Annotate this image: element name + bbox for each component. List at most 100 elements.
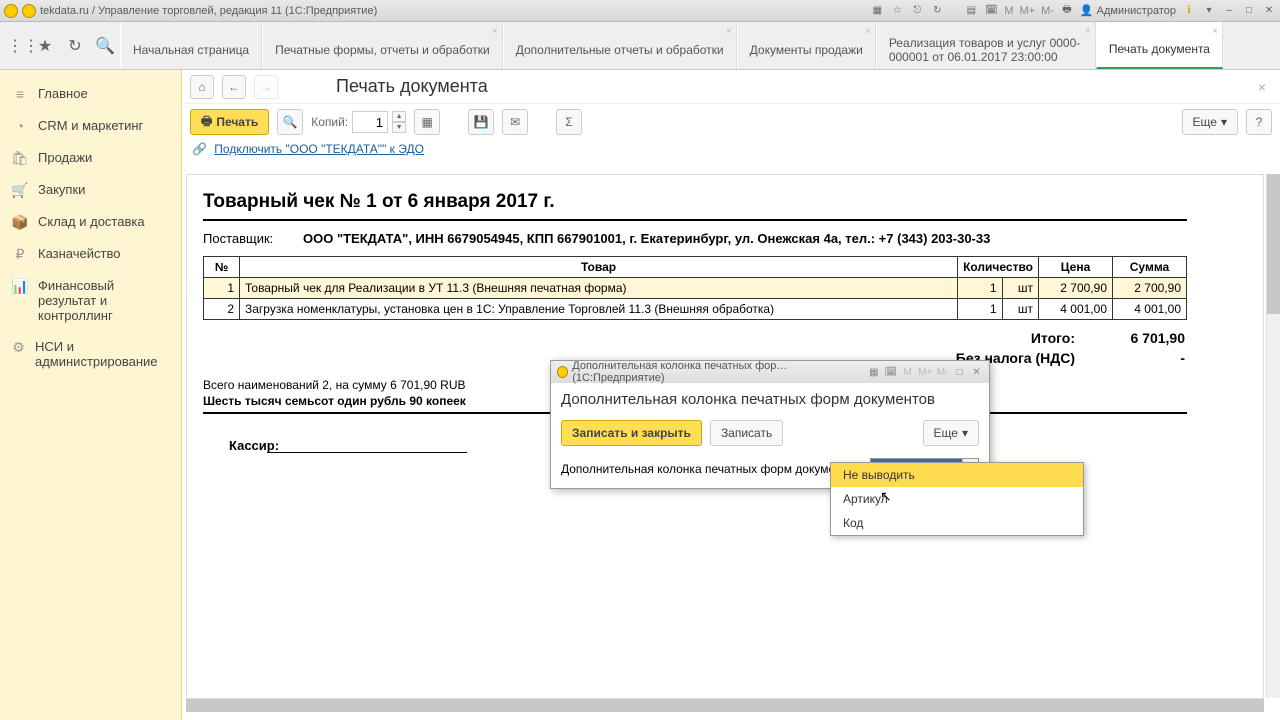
- close-button[interactable]: ✕: [1262, 4, 1276, 18]
- apps-icon[interactable]: ⋮⋮⋮: [0, 22, 30, 69]
- doc-heading: Товарный чек № 1 от 6 января 2017 г.: [203, 191, 1187, 221]
- save-close-button[interactable]: Записать и закрыть: [561, 420, 702, 446]
- modal-mminus[interactable]: M-: [936, 365, 949, 379]
- nav-menu-icon[interactable]: [22, 4, 36, 18]
- content-close-button[interactable]: ×: [1252, 79, 1272, 95]
- modal-title: Дополнительная колонка печатных фор… (1С…: [572, 360, 859, 384]
- supplier-label: Поставщик:: [203, 231, 303, 246]
- tabbar: ⋮⋮⋮ ★ ↻ 🔍 Начальная страница Печатные фо…: [0, 22, 1280, 70]
- horizontal-scrollbar[interactable]: [186, 698, 1264, 712]
- supplier-value: ООО "ТЕКДАТА", ИНН 6679054945, КПП 66790…: [303, 231, 990, 246]
- col-num: №: [204, 257, 240, 278]
- modal-mplus[interactable]: M+: [918, 365, 932, 379]
- close-icon[interactable]: ×: [865, 26, 871, 37]
- maximize-button[interactable]: □: [1242, 4, 1256, 18]
- tab-realization[interactable]: Реализация товаров и услуг 0000-000001 о…: [876, 22, 1096, 69]
- content-header: ⌂ ← → Печать документа ×: [182, 70, 1280, 104]
- cursor-icon: ↖: [880, 488, 892, 505]
- help-button[interactable]: ?: [1246, 109, 1272, 135]
- tool-icon-4[interactable]: ↻: [930, 4, 944, 18]
- save-file-button[interactable]: 💾: [468, 109, 494, 135]
- sidebar-item-admin[interactable]: ⚙НСИ и администрирование: [0, 331, 181, 377]
- star-icon[interactable]: ★: [30, 22, 60, 69]
- sidebar-item-crm[interactable]: ◔CRM и маркетинг: [0, 110, 181, 142]
- copies-label: Копий:: [311, 115, 348, 129]
- modal-more-button[interactable]: Еще ▾: [923, 420, 979, 446]
- edo-link[interactable]: Подключить "ООО "ТЕКДАТА"" к ЭДО: [214, 142, 424, 156]
- dropdown-option[interactable]: Не выводить: [831, 463, 1083, 487]
- sidebar-item-sales[interactable]: 🛍Продажи: [0, 142, 181, 174]
- col-sum: Сумма: [1113, 257, 1187, 278]
- sidebar-item-purchases[interactable]: 🛒Закупки: [0, 174, 181, 206]
- modal-titlebar[interactable]: Дополнительная колонка печатных фор… (1С…: [551, 361, 989, 383]
- sidebar-item-main[interactable]: ≡Главное: [0, 78, 181, 110]
- dropdown-option[interactable]: Артикул: [831, 487, 1083, 511]
- app-icon: [4, 4, 18, 18]
- sum-button[interactable]: Σ: [556, 109, 582, 135]
- dropdown-icon[interactable]: ▾: [1202, 4, 1216, 18]
- chart-icon: 📊: [12, 278, 28, 294]
- m-plus-label[interactable]: M+: [1020, 5, 1036, 17]
- tool-icon-1[interactable]: ▦: [870, 4, 884, 18]
- email-button[interactable]: ✉: [502, 109, 528, 135]
- tab-addl-reports[interactable]: Дополнительные отчеты и обработки×: [503, 22, 737, 69]
- modal-tool-2[interactable]: 🗓: [884, 365, 897, 379]
- more-button[interactable]: Еще ▾: [1182, 109, 1238, 135]
- table-row[interactable]: 1 Товарный чек для Реализации в УТ 11.3 …: [204, 278, 1187, 299]
- m-label[interactable]: M: [1004, 5, 1013, 17]
- calendar-icon[interactable]: 🗓: [984, 4, 998, 18]
- modal-maximize[interactable]: □: [953, 365, 966, 379]
- modal-close[interactable]: ✕: [970, 365, 983, 379]
- info-icon[interactable]: ℹ: [1182, 4, 1196, 18]
- sidebar-item-treasury[interactable]: ₽Казначейство: [0, 238, 181, 270]
- col-name: Товар: [240, 257, 958, 278]
- copies-stepper[interactable]: ▲▼: [392, 111, 406, 133]
- modal-icon: [557, 366, 568, 378]
- print-icon[interactable]: 🖶: [1060, 4, 1074, 18]
- close-icon[interactable]: ×: [1085, 26, 1091, 37]
- home-button[interactable]: ⌂: [190, 75, 214, 99]
- items-table: № Товар Количество Цена Сумма 1 Товарный…: [203, 256, 1187, 320]
- tab-print-forms[interactable]: Печатные формы, отчеты и обработки×: [262, 22, 503, 69]
- modal-m[interactable]: M: [901, 365, 914, 379]
- search-icon[interactable]: 🔍: [90, 22, 120, 69]
- copies-input[interactable]: [352, 111, 388, 133]
- link-icon: 🔗: [192, 142, 207, 156]
- m-minus-label[interactable]: M-: [1041, 5, 1054, 17]
- vertical-scrollbar[interactable]: [1266, 174, 1280, 698]
- close-icon[interactable]: ×: [1212, 26, 1218, 37]
- dropdown-list: Не выводить Артикул Код: [830, 462, 1084, 536]
- sales-icon: 🛍: [12, 150, 28, 166]
- menu-icon: ≡: [12, 86, 28, 102]
- calc-icon[interactable]: ▤: [964, 4, 978, 18]
- print-button[interactable]: 🖶 Печать: [190, 109, 269, 135]
- close-icon[interactable]: ×: [726, 26, 732, 37]
- preview-button[interactable]: 🔍: [277, 109, 303, 135]
- tab-sales-docs[interactable]: Документы продажи×: [737, 22, 876, 69]
- col-qty: Количество: [958, 257, 1039, 278]
- toolbar: 🖶 Печать 🔍 Копий: ▲▼ ▦ 💾 ✉ Σ Еще ▾ ?: [182, 104, 1280, 140]
- settings-button[interactable]: ▦: [414, 109, 440, 135]
- dropdown-option[interactable]: Код: [831, 511, 1083, 535]
- money-icon: ₽: [12, 246, 28, 262]
- crm-icon: ◔: [12, 118, 28, 134]
- close-icon[interactable]: ×: [492, 26, 498, 37]
- user-label[interactable]: 👤 Администратор: [1080, 4, 1176, 17]
- modal-tool-1[interactable]: ▦: [867, 365, 880, 379]
- sidebar-item-warehouse[interactable]: 📦Склад и доставка: [0, 206, 181, 238]
- tool-icon-3[interactable]: ⎋: [910, 4, 924, 18]
- forward-button[interactable]: →: [254, 75, 278, 99]
- field-label: Дополнительная колонка печатных форм док…: [561, 462, 864, 476]
- save-button[interactable]: Записать: [710, 420, 783, 446]
- tab-start[interactable]: Начальная страница: [120, 22, 262, 69]
- col-price: Цена: [1039, 257, 1113, 278]
- tool-icon-2[interactable]: ☆: [890, 4, 904, 18]
- sidebar-item-finance[interactable]: 📊Финансовый результат и контроллинг: [0, 270, 181, 331]
- tab-print-document[interactable]: Печать документа×: [1096, 22, 1223, 69]
- titlebar: tekdata.ru / Управление торговлей, редак…: [0, 0, 1280, 22]
- back-button[interactable]: ←: [222, 75, 246, 99]
- minimize-button[interactable]: –: [1222, 4, 1236, 18]
- table-row[interactable]: 2 Загрузка номенклатуры, установка цен в…: [204, 299, 1187, 320]
- history-icon[interactable]: ↻: [60, 22, 90, 69]
- cart-icon: 🛒: [12, 182, 28, 198]
